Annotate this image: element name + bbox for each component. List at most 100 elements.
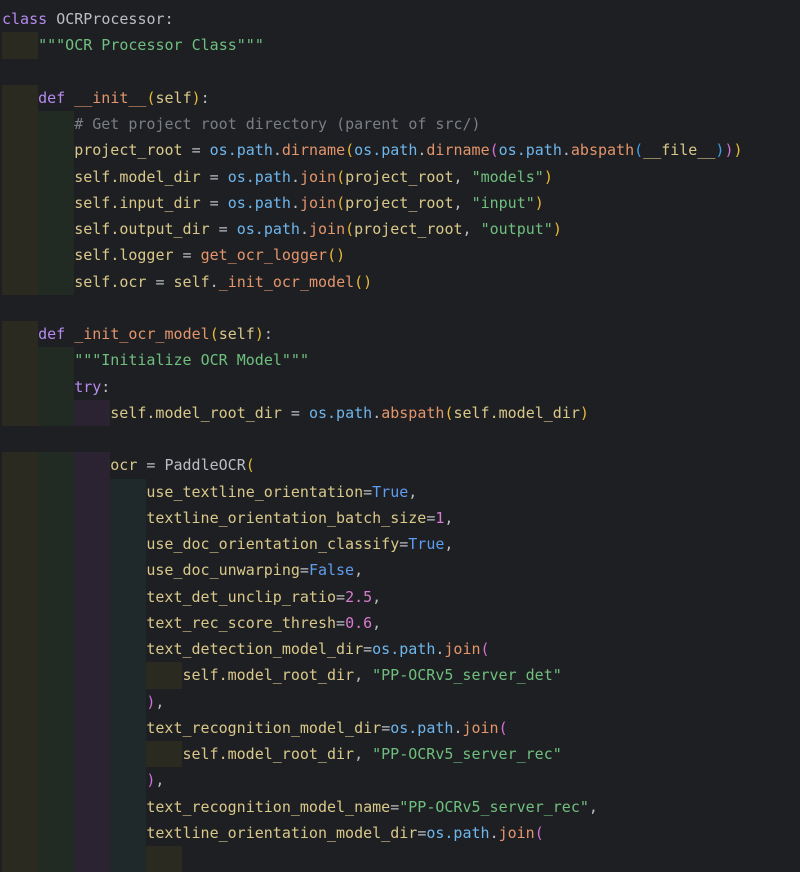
code-token: , [462, 220, 481, 238]
code-text: self.ocr = self._init_ocr_model() [74, 269, 372, 295]
code-token: , [444, 535, 454, 553]
indent-guide [74, 793, 111, 820]
code-line[interactable]: self.logger = get_ocr_logger() [2, 242, 800, 269]
code-token: try [74, 377, 102, 396]
code-token: ) [552, 220, 562, 238]
code-line[interactable]: self.ocr = self._init_ocr_model() [2, 268, 800, 295]
code-line[interactable]: # Get project root directory (parent of … [2, 111, 800, 138]
code-token: ) [191, 88, 201, 107]
code-line[interactable]: def _init_ocr_model(self): [2, 321, 800, 348]
code-line[interactable]: """Initialize OCR Model""" [2, 347, 800, 374]
code-line[interactable]: use_textline_orientation=True, [2, 478, 800, 505]
code-line[interactable] [2, 846, 800, 872]
code-token: self [74, 272, 111, 291]
code-editor[interactable]: class OCRProcessor: """OCR Processor Clas… [2, 6, 800, 872]
code-token: True [372, 482, 409, 501]
code-line[interactable] [2, 426, 800, 452]
code-line[interactable]: use_doc_unwarping=False, [2, 557, 800, 584]
indent-guide [74, 714, 111, 741]
code-token: class [2, 10, 57, 28]
code-line[interactable]: class OCRProcessor: [2, 6, 800, 32]
code-line[interactable]: def __init__(self): [2, 84, 800, 111]
indent-guide [110, 741, 147, 768]
code-token: = [363, 482, 373, 501]
code-token: dirname [426, 141, 490, 160]
code-token: join [309, 220, 346, 238]
code-line[interactable]: self.model_dir = os.path.join(project_ro… [2, 163, 800, 190]
code-token: 0.6 [345, 613, 373, 632]
code-token: ( [498, 718, 508, 737]
indent-guide [74, 636, 111, 663]
code-line[interactable]: use_doc_orientation_classify=True, [2, 531, 800, 558]
indent-guide [2, 531, 39, 558]
indent-guide [110, 583, 147, 610]
indent-guide [110, 609, 147, 636]
code-text: def _init_ocr_model(self): [38, 321, 273, 347]
code-token: project_root [354, 220, 463, 238]
indent-guide [2, 111, 39, 138]
code-line[interactable]: textline_orientation_batch_size=1, [2, 504, 800, 531]
code-text: textline_orientation_model_dir=os.path.j… [146, 820, 543, 846]
code-token: .ocr [110, 272, 147, 291]
code-line[interactable]: self.model_root_dir, "PP-OCRv5_server_re… [2, 741, 800, 768]
indent-guide [146, 846, 183, 872]
indent-guide [2, 216, 39, 243]
code-line[interactable]: self.model_root_dir = os.path.abspath(se… [2, 399, 800, 426]
code-token: ( [345, 141, 355, 160]
indent-guide [2, 163, 39, 190]
indent-guide [2, 741, 39, 768]
code-line[interactable]: textline_orientation_model_dir=os.path.j… [2, 819, 800, 846]
code-line[interactable]: self.input_dir = os.path.join(project_ro… [2, 189, 800, 216]
code-token: project_root [74, 141, 183, 160]
code-token: self [182, 745, 219, 763]
indent-guide [2, 583, 39, 610]
code-line[interactable]: text_recognition_model_dir=os.path.join( [2, 714, 800, 741]
code-token: os.path [372, 640, 436, 658]
code-line[interactable]: ocr = PaddleOCR( [2, 452, 800, 479]
code-line[interactable] [2, 295, 800, 321]
code-token: self [74, 167, 111, 186]
indent-guide [74, 557, 111, 584]
code-line[interactable]: text_rec_score_thresh=0.6, [2, 609, 800, 636]
indent-guide [38, 137, 75, 164]
code-token: def [38, 88, 75, 107]
code-token: = [146, 272, 174, 291]
code-text: use_textline_orientation=True, [146, 479, 417, 505]
indent-guide [2, 268, 39, 295]
code-line[interactable]: self.output_dir = os.path.join(project_r… [2, 216, 800, 243]
code-text: ocr = PaddleOCR( [110, 452, 255, 478]
code-line[interactable]: ), [2, 767, 800, 794]
code-line[interactable] [2, 59, 800, 85]
code-token: .model_dir [489, 403, 580, 422]
code-line[interactable]: text_recognition_model_name="PP-OCRv5_se… [2, 793, 800, 820]
indent-guide [38, 111, 75, 138]
indent-guide [74, 452, 111, 479]
code-text: text_det_unclip_ratio=2.5, [146, 584, 381, 610]
code-token: get_ocr_logger [200, 246, 328, 265]
indent-guide [38, 216, 75, 243]
code-text: self.logger = get_ocr_logger() [74, 242, 345, 268]
code-token: "output" [480, 220, 553, 238]
code-line[interactable]: text_det_unclip_ratio=2.5, [2, 583, 800, 610]
indent-guide [38, 452, 75, 479]
indent-guide [2, 636, 39, 663]
code-line[interactable]: """OCR Processor Class""" [2, 32, 800, 59]
code-token: os.path [209, 141, 273, 160]
code-token: project_root [345, 167, 454, 186]
code-line[interactable]: ), [2, 688, 800, 715]
code-line[interactable]: text_detection_model_dir=os.path.join( [2, 636, 800, 663]
code-token: , [354, 666, 373, 685]
code-token: dirname [281, 141, 346, 160]
code-token: () [354, 272, 373, 291]
code-line[interactable]: project_root = os.path.dirname(os.path.d… [2, 137, 800, 164]
code-token: ( [336, 167, 346, 186]
code-line[interactable]: self.model_root_dir, "PP-OCRv5_server_de… [2, 662, 800, 689]
code-line[interactable]: try: [2, 373, 800, 400]
code-text: # Get project root directory (parent of … [74, 111, 480, 137]
code-token: textline_orientation_model_dir [146, 823, 418, 842]
code-token: ( [489, 141, 499, 160]
indent-guide [38, 767, 75, 794]
code-token: os.path [236, 220, 300, 238]
code-text: text_recognition_model_dir=os.path.join( [146, 715, 507, 741]
code-text: def __init__(self): [38, 85, 210, 111]
